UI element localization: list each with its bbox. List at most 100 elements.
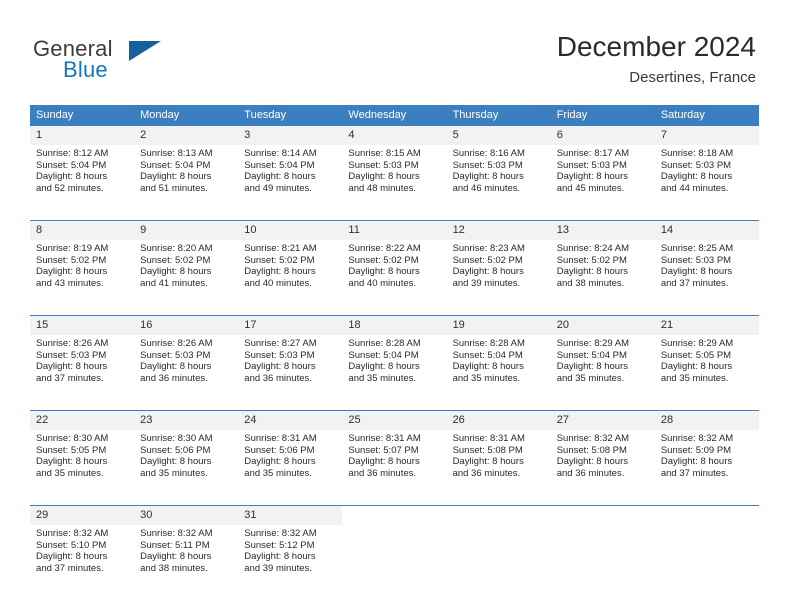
- day-number[interactable]: 5: [446, 126, 551, 145]
- daylight-text-line2: and 40 minutes.: [348, 277, 417, 289]
- day-number[interactable]: 31: [238, 505, 343, 525]
- day-cell[interactable]: Sunrise: 8:31 AM Sunset: 5:07 PM Dayligh…: [342, 430, 447, 506]
- day-cell[interactable]: Sunrise: 8:13 AM Sunset: 5:04 PM Dayligh…: [134, 145, 239, 221]
- day-cell[interactable]: Sunrise: 8:29 AM Sunset: 5:05 PM Dayligh…: [654, 335, 759, 411]
- sunset-text: Sunset: 5:03 PM: [36, 349, 107, 361]
- day-cell[interactable]: Sunrise: 8:32 AM Sunset: 5:08 PM Dayligh…: [550, 430, 655, 506]
- day-cell[interactable]: Sunrise: 8:20 AM Sunset: 5:02 PM Dayligh…: [134, 240, 239, 316]
- daylight-text-line2: and 36 minutes.: [348, 467, 417, 479]
- sunset-text: Sunset: 5:08 PM: [452, 444, 523, 456]
- daylight-text-line2: and 39 minutes.: [452, 277, 521, 289]
- day-number[interactable]: 11: [342, 220, 447, 240]
- day-cell[interactable]: Sunrise: 8:24 AM Sunset: 5:02 PM Dayligh…: [550, 240, 655, 316]
- day-number[interactable]: 24: [238, 410, 343, 430]
- day-cell[interactable]: Sunrise: 8:32 AM Sunset: 5:12 PM Dayligh…: [238, 525, 343, 600]
- brand-logo[interactable]: General Blue: [33, 36, 243, 88]
- daylight-text-line2: and 45 minutes.: [556, 182, 625, 194]
- sunrise-text: Sunrise: 8:31 AM: [452, 433, 525, 444]
- day-number[interactable]: 6: [550, 126, 655, 145]
- daylight-text-line2: and 51 minutes.: [140, 182, 208, 194]
- day-number[interactable]: 8: [30, 220, 135, 240]
- daylight-text-line2: and 39 minutes.: [244, 562, 312, 574]
- sunrise-text: Sunrise: 8:31 AM: [348, 433, 421, 444]
- sunrise-text: Sunrise: 8:18 AM: [660, 148, 734, 159]
- day-cell[interactable]: Sunrise: 8:29 AM Sunset: 5:04 PM Dayligh…: [550, 335, 655, 411]
- daylight-text-line2: and 37 minutes.: [660, 467, 729, 479]
- day-number[interactable]: 26: [446, 410, 551, 430]
- day-cell[interactable]: Sunrise: 8:17 AM Sunset: 5:03 PM Dayligh…: [550, 145, 655, 221]
- day-cell[interactable]: Sunrise: 8:28 AM Sunset: 5:04 PM Dayligh…: [342, 335, 447, 411]
- day-cell[interactable]: Sunrise: 8:23 AM Sunset: 5:02 PM Dayligh…: [446, 240, 551, 316]
- day-number[interactable]: 23: [134, 410, 239, 430]
- daylight-text-line1: Daylight: 8 hours: [556, 361, 628, 373]
- day-cell[interactable]: Sunrise: 8:25 AM Sunset: 5:03 PM Dayligh…: [654, 240, 759, 316]
- day-cell[interactable]: Sunrise: 8:16 AM Sunset: 5:03 PM Dayligh…: [446, 145, 551, 221]
- day-cell[interactable]: Sunrise: 8:12 AM Sunset: 5:04 PM Dayligh…: [30, 145, 135, 221]
- sunrise-text: Sunrise: 8:21 AM: [244, 243, 317, 254]
- weekday-header-thursday: Thursday: [446, 105, 551, 126]
- day-number[interactable]: 17: [238, 315, 343, 335]
- day-number[interactable]: 4: [342, 126, 447, 145]
- day-cell[interactable]: Sunrise: 8:32 AM Sunset: 5:11 PM Dayligh…: [134, 525, 239, 600]
- day-number[interactable]: 20: [550, 315, 655, 335]
- day-number[interactable]: 16: [134, 315, 239, 335]
- day-number[interactable]: 3: [238, 126, 343, 145]
- day-number[interactable]: 18: [342, 315, 447, 335]
- daylight-text-line2: and 35 minutes.: [244, 467, 312, 479]
- calendar-header-row: Sunday Monday Tuesday Wednesday Thursday…: [30, 105, 759, 126]
- day-number[interactable]: 27: [550, 410, 655, 430]
- daylight-text-line1: Daylight: 8 hours: [140, 171, 212, 183]
- day-cell[interactable]: Sunrise: 8:32 AM Sunset: 5:09 PM Dayligh…: [654, 430, 759, 506]
- day-number[interactable]: 14: [654, 220, 759, 240]
- day-number[interactable]: 15: [30, 315, 135, 335]
- day-number[interactable]: 22: [30, 410, 135, 430]
- daylight-text-line1: Daylight: 8 hours: [660, 456, 733, 468]
- day-cell[interactable]: Sunrise: 8:21 AM Sunset: 5:02 PM Dayligh…: [238, 240, 343, 316]
- day-cell[interactable]: Sunrise: 8:28 AM Sunset: 5:04 PM Dayligh…: [446, 335, 551, 411]
- day-cell[interactable]: Sunrise: 8:26 AM Sunset: 5:03 PM Dayligh…: [134, 335, 239, 411]
- calendar-week: 22 23 24 25 26 27 28 Sunrise: 8:30 AM Su…: [30, 410, 759, 506]
- day-cell[interactable]: Sunrise: 8:15 AM Sunset: 5:03 PM Dayligh…: [342, 145, 447, 221]
- day-cell[interactable]: Sunrise: 8:27 AM Sunset: 5:03 PM Dayligh…: [238, 335, 343, 411]
- sunset-text: Sunset: 5:04 PM: [140, 159, 211, 171]
- daylight-text-line2: and 37 minutes.: [36, 562, 104, 574]
- day-cell-empty: [342, 525, 447, 600]
- sunset-text: Sunset: 5:03 PM: [140, 349, 211, 361]
- day-number[interactable]: 21: [654, 315, 759, 335]
- day-number[interactable]: 30: [134, 505, 239, 525]
- day-number[interactable]: 1: [30, 126, 135, 145]
- daylight-text-line2: and 43 minutes.: [36, 277, 104, 289]
- day-cell[interactable]: Sunrise: 8:22 AM Sunset: 5:02 PM Dayligh…: [342, 240, 447, 316]
- day-number[interactable]: 13: [550, 220, 655, 240]
- day-cell[interactable]: Sunrise: 8:31 AM Sunset: 5:06 PM Dayligh…: [238, 430, 343, 506]
- day-info-row: Sunrise: 8:12 AM Sunset: 5:04 PM Dayligh…: [30, 145, 759, 221]
- sunset-text: Sunset: 5:02 PM: [140, 254, 211, 266]
- day-number[interactable]: 7: [654, 126, 759, 145]
- day-number[interactable]: 9: [134, 220, 239, 240]
- day-cell-empty: [654, 525, 759, 600]
- day-number[interactable]: 28: [654, 410, 759, 430]
- day-cell[interactable]: Sunrise: 8:18 AM Sunset: 5:03 PM Dayligh…: [654, 145, 759, 221]
- day-number[interactable]: 19: [446, 315, 551, 335]
- sunrise-text: Sunrise: 8:22 AM: [348, 243, 421, 254]
- day-number-row: 29 30 31: [30, 505, 759, 525]
- day-cell[interactable]: Sunrise: 8:14 AM Sunset: 5:04 PM Dayligh…: [238, 145, 343, 221]
- day-cell[interactable]: Sunrise: 8:31 AM Sunset: 5:08 PM Dayligh…: [446, 430, 551, 506]
- day-number[interactable]: 25: [342, 410, 447, 430]
- daylight-text-line2: and 48 minutes.: [348, 182, 417, 194]
- sunset-text: Sunset: 5:06 PM: [244, 444, 315, 456]
- sunrise-text: Sunrise: 8:23 AM: [452, 243, 525, 254]
- daylight-text-line1: Daylight: 8 hours: [244, 456, 316, 468]
- sunrise-text: Sunrise: 8:27 AM: [244, 338, 317, 349]
- day-number[interactable]: 12: [446, 220, 551, 240]
- day-number[interactable]: 2: [134, 126, 239, 145]
- day-cell[interactable]: Sunrise: 8:19 AM Sunset: 5:02 PM Dayligh…: [30, 240, 135, 316]
- day-info-row: Sunrise: 8:19 AM Sunset: 5:02 PM Dayligh…: [30, 240, 759, 316]
- day-cell[interactable]: Sunrise: 8:30 AM Sunset: 5:05 PM Dayligh…: [30, 430, 135, 506]
- day-number[interactable]: 29: [30, 505, 135, 525]
- day-cell[interactable]: Sunrise: 8:26 AM Sunset: 5:03 PM Dayligh…: [30, 335, 135, 411]
- day-cell[interactable]: Sunrise: 8:30 AM Sunset: 5:06 PM Dayligh…: [134, 430, 239, 506]
- sunrise-text: Sunrise: 8:28 AM: [348, 338, 421, 349]
- day-cell[interactable]: Sunrise: 8:32 AM Sunset: 5:10 PM Dayligh…: [30, 525, 135, 600]
- day-number[interactable]: 10: [238, 220, 343, 240]
